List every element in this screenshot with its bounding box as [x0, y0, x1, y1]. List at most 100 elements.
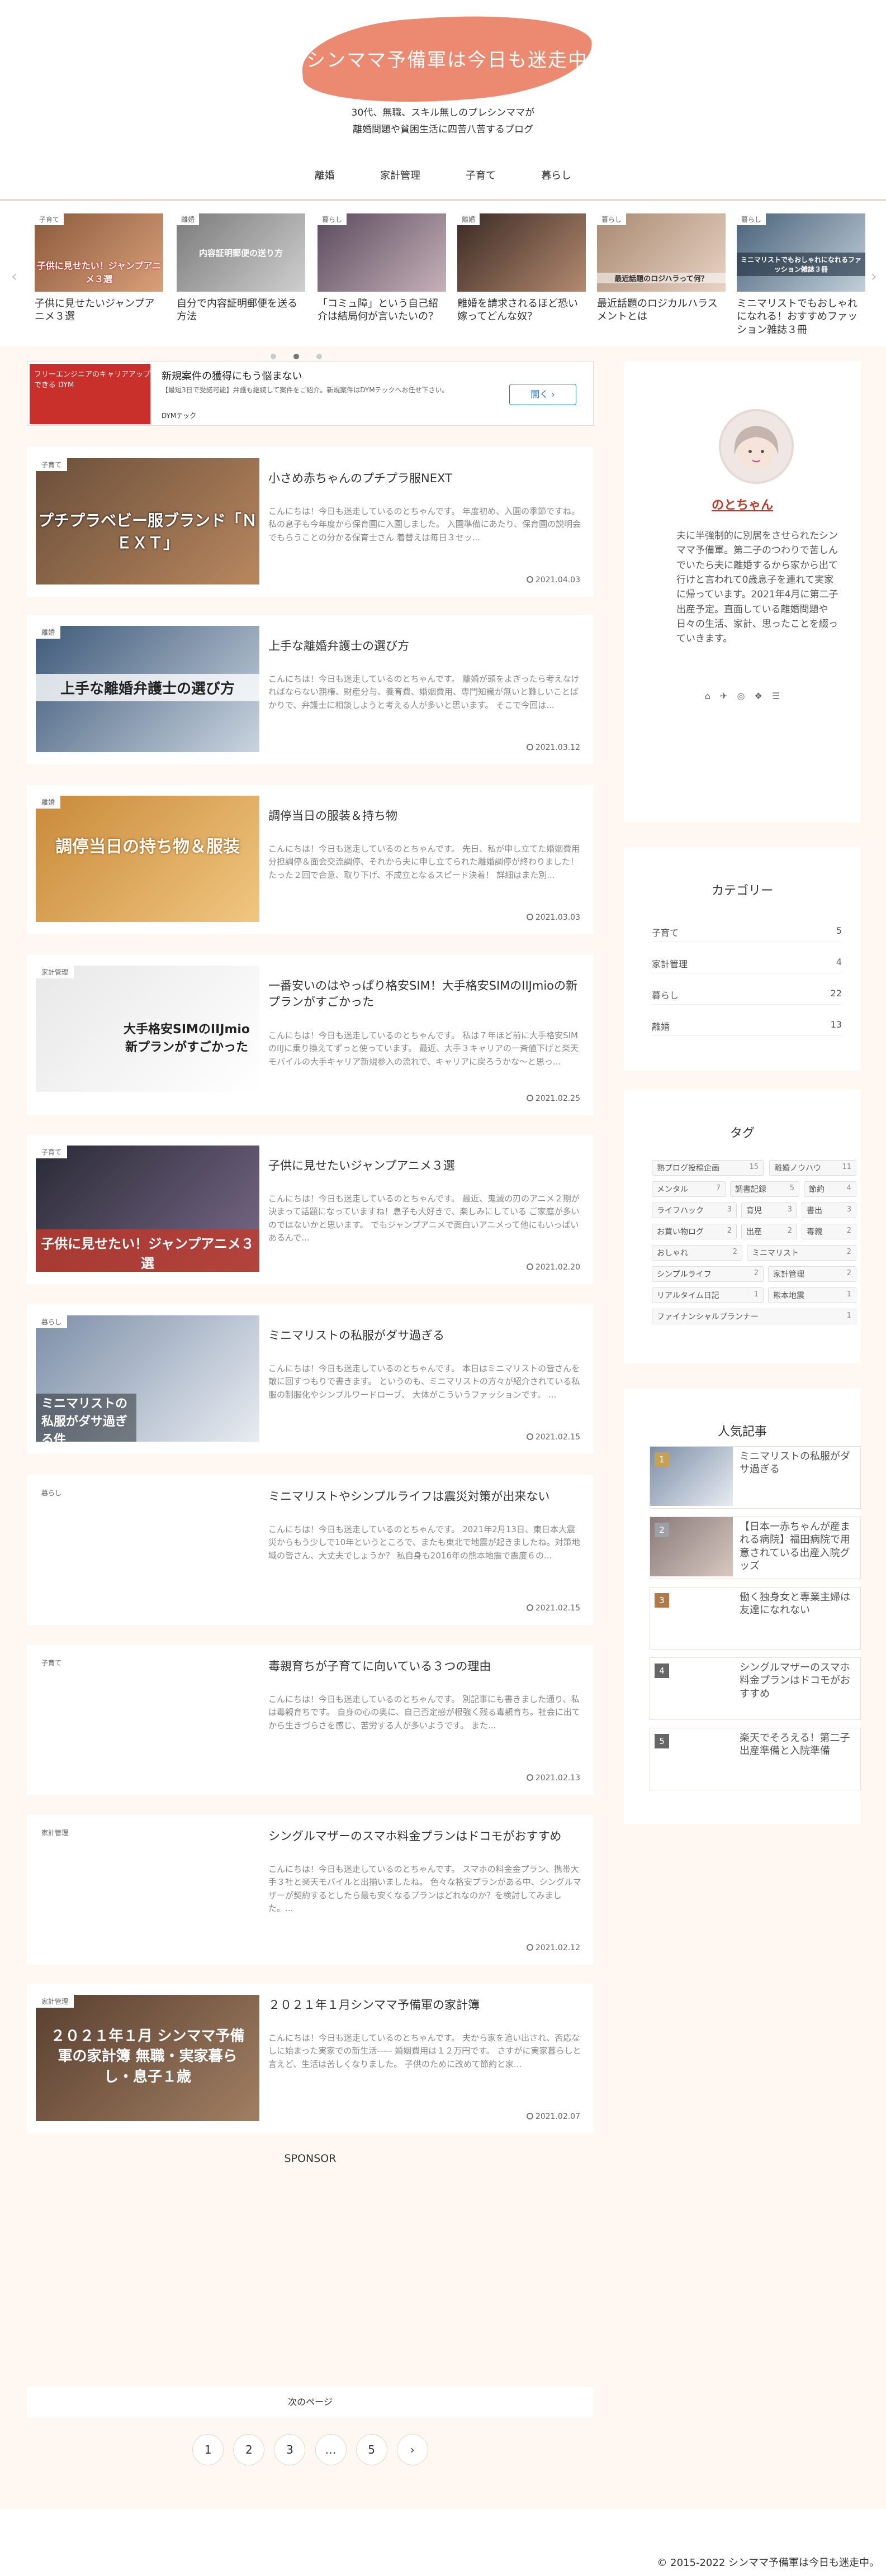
popular-title[interactable]: 楽天でそろえる！第二子出産準備と入院準備 — [740, 1732, 857, 1758]
post-title[interactable]: シングルマザーのスマホ料金プランはドコモがおすすめ — [268, 1828, 581, 1845]
tag-item[interactable]: 節約 4 — [804, 1181, 856, 1197]
page-5-button[interactable]: 5 — [356, 2434, 387, 2465]
post-title[interactable]: 小さめ赤ちゃんのプチプラ服NEXT — [268, 470, 581, 487]
carousel-title[interactable]: ミニマリストでもおしゃれになれる！おすすめファッション雑誌３冊 — [737, 297, 865, 336]
post-title[interactable]: ２０２１年１月シンママ予備軍の家計簿 — [268, 1997, 581, 2013]
post-title[interactable]: 調停当日の服装＆持ち物 — [268, 808, 581, 824]
carousel-dot-active[interactable] — [293, 354, 299, 359]
tag-item[interactable]: 熟プログ投稿企画 15 — [652, 1160, 764, 1176]
tag-item[interactable]: リアルタイム日記 1 — [652, 1287, 764, 1303]
post-card[interactable]: 子供に見せたい！ジャンプアニメ３選 子育て 子供に見せたいジャンプアニメ３選 こ… — [27, 1134, 594, 1284]
popular-item[interactable]: 5 楽天でそろえる！第二子出産準備と入院準備 — [650, 1728, 861, 1790]
popular-item[interactable]: 4 シングルマザーのスマホ料金プランはドコモがおすすめ — [650, 1657, 861, 1720]
carousel-title[interactable]: 最近話題のロジカルハラスメントとは — [597, 297, 726, 324]
post-card[interactable]: 家計管理 シングルマザーのスマホ料金プランはドコモがおすすめ こんにちは！今日も… — [27, 1815, 594, 1965]
tag-item[interactable]: 育児 3 — [741, 1203, 797, 1218]
post-title[interactable]: 子供に見せたいジャンプアニメ３選 — [268, 1158, 581, 1174]
post-title[interactable]: ミニマリストやシンプルライフは震災対策が出来ない — [268, 1489, 581, 1505]
instagram-icon[interactable]: ◎ — [737, 691, 745, 701]
popular-item[interactable]: 3 働く独身女と専業主婦は友達になれない — [650, 1587, 861, 1650]
post-card[interactable]: 上手な離婚弁護士の選び方 離婚 上手な離婚弁護士の選び方 こんにちは！今日も迷走… — [27, 615, 594, 764]
category-item[interactable]: 子育て 5 — [652, 925, 842, 942]
carousel-next-icon[interactable]: › — [871, 268, 876, 285]
ad-open-button[interactable]: 開く › — [509, 384, 576, 405]
tag-item[interactable]: 離婚ノウハウ 11 — [769, 1160, 856, 1176]
popular-title[interactable]: 働く独身女と専業主婦は友達になれない — [740, 1591, 857, 1617]
nav-item-kurashi[interactable]: 暮らし — [541, 168, 571, 182]
post-card[interactable]: ２０２１年１月 シンママ予備軍の家計簿 無職・実家暮らし・息子１歳 家計管理 ２… — [27, 1984, 594, 2133]
carousel-item[interactable]: 子供に見せたい！ジャンプアニメ３選 子育て 子供に見せたいジャンプアニメ３選 — [35, 213, 163, 324]
carousel-item[interactable]: ミニマリストでもおしゃれになれるファッション雑誌３冊 暮らし ミニマリストでもお… — [737, 213, 865, 336]
tag-item[interactable]: シンプルライフ 2 — [652, 1266, 764, 1282]
tag-count: 4 — [846, 1184, 851, 1192]
home-icon[interactable]: ⌂ — [705, 691, 710, 701]
feedly-icon[interactable]: ❖ — [755, 691, 762, 701]
post-date: 2021.02.13 — [526, 1774, 580, 1783]
nav-item-rikon[interactable]: 離婚 — [315, 168, 335, 182]
post-card[interactable]: 暮らし ミニマリストやシンプルライフは震災対策が出来ない こんにちは！今日も迷走… — [27, 1475, 594, 1625]
carousel-category: 暮らし — [318, 213, 347, 225]
page-2-button[interactable]: 2 — [233, 2434, 265, 2465]
tag-item[interactable]: 家計管理 2 — [768, 1266, 856, 1282]
popular-title[interactable]: 【日本一赤ちゃんが産まれる病院】福田病院で用意されている出産入院グッズ — [740, 1520, 857, 1573]
post-card[interactable]: 子育て 毒親育ちが子育てに向いている３つの理由 こんにちは！今日も迷走しているの… — [27, 1645, 594, 1795]
tag-item[interactable]: 熊本地震 1 — [768, 1287, 856, 1303]
page-1-button[interactable]: 1 — [192, 2434, 224, 2465]
post-title[interactable]: ミニマリストの私服がダサ過ぎる — [268, 1328, 581, 1344]
site-title[interactable]: シンママ予備軍は今日も迷走中 — [296, 45, 598, 72]
post-category: 家計管理 — [36, 1995, 74, 2008]
tag-item[interactable]: ミニマリスト 2 — [747, 1245, 856, 1261]
tag-item[interactable]: ライフハック 3 — [652, 1203, 737, 1218]
popular-title[interactable]: シングルマザーのスマホ料金プランはドコモがおすすめ — [740, 1661, 857, 1700]
popular-item[interactable]: 2 【日本一赤ちゃんが産まれる病院】福田病院で用意されている出産入院グッズ — [650, 1517, 861, 1579]
carousel-item[interactable]: 内容証明郵便の送り方 離婚 自分で内容証明郵便を送る方法 — [177, 213, 305, 324]
profile-name-link[interactable]: のとちゃん — [624, 495, 861, 513]
tag-item[interactable]: ファイナンシャルプランナー 1 — [652, 1309, 856, 1324]
popular-item[interactable]: 1 ミニマリストの私服がダサ過ぎる — [650, 1446, 861, 1509]
post-title[interactable]: 上手な離婚弁護士の選び方 — [268, 638, 581, 654]
tag-item[interactable]: メンタル 7 — [652, 1181, 726, 1197]
category-item[interactable]: 離婚 13 — [652, 1019, 842, 1036]
carousel-title[interactable]: 離婚を請求されるほど恐い嫁ってどんな奴？ — [457, 297, 586, 324]
category-name[interactable]: 家計管理 — [652, 959, 688, 969]
carousel-title[interactable]: 「コミュ障」という自己紹介は結局何が言いたいの？ — [318, 297, 446, 324]
carousel-prev-icon[interactable]: ‹ — [11, 268, 17, 285]
page-next-button[interactable]: › — [396, 2434, 428, 2465]
ad-banner[interactable]: フリーエンジニアのキャリアアップできる DYM 新規案件の獲得にもう悩まない 【… — [27, 361, 594, 426]
carousel-dot[interactable] — [316, 354, 323, 359]
post-card[interactable]: 調停当日の持ち物＆服装 離婚 調停当日の服装＆持ち物 こんにちは！今日も迷走して… — [27, 785, 594, 934]
post-card[interactable]: プチプラベビー服ブランド「ＮＥＸＴ」 子育て 小さめ赤ちゃんのプチプラ服NEXT… — [27, 447, 594, 597]
category-name[interactable]: 離婚 — [652, 1021, 670, 1032]
nav-item-kosodate[interactable]: 子育て — [466, 168, 496, 182]
carousel-item[interactable]: 最近話題のロジハラって何？ 暮らし 最近話題のロジカルハラスメントとは — [597, 213, 726, 324]
tag-item[interactable]: おしゃれ 2 — [652, 1245, 742, 1261]
ad-title[interactable]: 新規案件の獲得にもう悩まない — [162, 368, 302, 383]
ad-description: 【最短3日で受諾可能】弁護も継続して案件をご紹介。新規案件はDYMテックへお任せ… — [162, 386, 449, 394]
twitter-icon[interactable]: ✈ — [720, 691, 727, 701]
carousel-dot[interactable] — [270, 354, 276, 359]
carousel-title[interactable]: 子供に見せたいジャンプアニメ３選 — [35, 297, 163, 324]
tag-item[interactable]: お買い物ログ 2 — [652, 1224, 737, 1239]
post-card[interactable]: 大手格安SIMのIIJmio新プランがすごかった 家計管理 一番安いのはやっぱり… — [27, 954, 594, 1115]
post-title[interactable]: 毒親育ちが子育てに向いている３つの理由 — [268, 1658, 581, 1675]
carousel-item[interactable]: 暮らし 「コミュ障」という自己紹介は結局何が言いたいの？ — [318, 213, 446, 324]
site-logo[interactable]: シンママ予備軍は今日も迷走中 — [296, 7, 598, 112]
category-item[interactable]: 家計管理 4 — [652, 957, 842, 973]
carousel-item[interactable]: 離婚 離婚を請求されるほど恐い嫁ってどんな奴？ — [457, 213, 586, 324]
category-name[interactable]: 子育て — [652, 928, 679, 938]
next-page-button[interactable]: 次のページ — [27, 2387, 594, 2417]
tag-item[interactable]: 書出 3 — [802, 1203, 856, 1218]
nav-item-kakei[interactable]: 家計管理 — [380, 168, 420, 182]
popular-title[interactable]: ミニマリストの私服がダサ過ぎる — [740, 1450, 857, 1476]
carousel-title[interactable]: 自分で内容証明郵便を送る方法 — [177, 297, 305, 324]
post-date-text: 2021.02.07 — [535, 2112, 580, 2121]
tag-item[interactable]: 出産 2 — [741, 1224, 797, 1239]
page-3-button[interactable]: 3 — [274, 2434, 306, 2465]
rss-icon[interactable]: ☰ — [772, 691, 780, 701]
category-item[interactable]: 暮らし 22 — [652, 988, 842, 1005]
tag-item[interactable]: 毒親 2 — [802, 1224, 856, 1239]
post-card[interactable]: ミニマリストの私服がダサ過ぎる件 暮らし ミニマリストの私服がダサ過ぎる こんに… — [27, 1304, 594, 1454]
tag-item[interactable]: 調書記録 5 — [730, 1181, 799, 1197]
category-name[interactable]: 暮らし — [652, 990, 679, 1001]
post-title[interactable]: 一番安いのはやっぱり格安SIM！大手格安SIMのIIJmioの新プランがすごかっ… — [268, 978, 581, 1011]
